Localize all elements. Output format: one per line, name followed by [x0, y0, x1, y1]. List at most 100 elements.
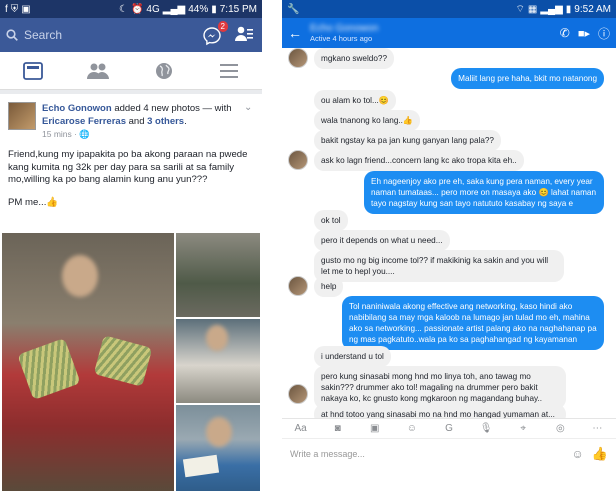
signal-icon: ▂▄▆	[540, 3, 563, 15]
location-icon[interactable]: ⌖	[517, 423, 529, 435]
composer-toolbar: Aa ◙ ▣ ☺ G 🎙 ⌖ ◎ ⋯	[282, 418, 616, 438]
message-bubble[interactable]: ou alam ko tol...😊	[314, 90, 396, 111]
back-arrow-icon[interactable]: ←	[288, 25, 302, 41]
contact-avatar[interactable]	[288, 150, 308, 170]
friends-icon	[87, 63, 110, 79]
gif-icon[interactable]: G	[443, 423, 455, 435]
search-bar[interactable]: Search	[6, 23, 196, 47]
tab-friends[interactable]	[84, 57, 112, 85]
post-and: and	[128, 116, 145, 127]
post-pm-text: PM me...	[8, 196, 47, 208]
contact-avatar[interactable]	[288, 276, 308, 296]
contact-info[interactable]: Echo Gonowon Active 4 hours ago	[310, 23, 378, 43]
tagged-person[interactable]: Ericarose Ferreras	[42, 116, 126, 127]
clock: 9:52 AM	[574, 3, 611, 15]
tab-menu[interactable]	[215, 57, 243, 85]
photo-grid	[2, 233, 260, 491]
facebook-notification-icon: f	[5, 3, 8, 15]
message-bubble[interactable]: i understand u tol	[314, 346, 391, 367]
message-input[interactable]: Write a message...	[290, 449, 564, 459]
message-bubble[interactable]: wala tnanong ko lang..👍	[314, 110, 421, 131]
games-icon[interactable]: ◎	[554, 423, 566, 435]
microphone-icon[interactable]: 🎙	[480, 423, 493, 435]
check-paper	[182, 454, 220, 478]
post-with: — with	[202, 103, 232, 114]
photo-main[interactable]	[2, 233, 174, 491]
blurred-face	[206, 325, 228, 351]
search-icon	[6, 29, 18, 41]
post-time[interactable]: 15 mins	[42, 129, 72, 139]
conversation-header: ← Echo Gonowon Active 4 hours ago ✆ ■▸ ⓘ	[282, 18, 616, 48]
tagged-others[interactable]: 3 others	[147, 116, 184, 127]
message-bubble[interactable]: Tol naniniwala akong effective ang netwo…	[342, 296, 604, 350]
thumbs-up-icon: 👍	[46, 196, 59, 208]
battery-icon: ▮	[211, 3, 217, 15]
network-type: 4G	[146, 3, 160, 15]
message-bubble[interactable]: gusto mo ng big income tol?? if makikini…	[314, 250, 564, 282]
message-bubble[interactable]: pero it depends on what u need...	[314, 230, 450, 251]
search-input[interactable]: Search	[24, 28, 62, 42]
money-fan-left	[17, 337, 81, 401]
author-name[interactable]: Echo Gonowon	[42, 103, 112, 114]
public-globe-icon: 🌐	[79, 129, 90, 139]
message-bubble[interactable]: Eh nageenjoy ako pre eh, saka kung pera …	[364, 171, 604, 214]
post-header-text: Echo Gonowon added 4 new photos — with E…	[42, 102, 238, 141]
message-bubble[interactable]: Maliit lang pre haha, bkit mo natanong	[451, 68, 604, 89]
author-avatar[interactable]	[8, 102, 36, 130]
camera-icon[interactable]: ◙	[332, 423, 344, 435]
contact-avatar[interactable]	[288, 384, 308, 404]
emoji-icon[interactable]: ☺	[572, 447, 584, 461]
emoji-icon[interactable]: ☺	[406, 423, 418, 435]
message-bubble[interactable]: help	[314, 276, 344, 297]
phone-icon[interactable]: ✆	[560, 26, 570, 40]
messenger-button[interactable]: 2	[202, 21, 228, 46]
contact-avatar[interactable]	[288, 48, 308, 68]
post-action: added 4 new photos	[114, 103, 200, 114]
friend-requests-icon	[235, 26, 253, 41]
hamburger-icon	[220, 63, 239, 78]
message-bubble[interactable]: bakit ngstay ka pa jan kung ganyan lang …	[314, 130, 501, 151]
message-bubble[interactable]: ask ko lagn friend...concern lang kc ako…	[314, 150, 524, 171]
message-bubble[interactable]: pero kung sinasabi mong hnd mo linya toh…	[314, 366, 566, 409]
clock: 7:15 PM	[219, 3, 257, 15]
nav-tabs	[0, 52, 262, 90]
message-list: mgkano sweldo?? Maliit lang pre haha, bk…	[282, 48, 616, 418]
messenger-badge: 2	[217, 21, 228, 32]
globe-icon	[155, 62, 172, 79]
active-status: Active 4 hours ago	[310, 34, 373, 43]
message-bubble[interactable]: mgkano sweldo??	[314, 48, 394, 69]
text-format-icon[interactable]: Aa	[294, 423, 306, 435]
moon-icon: ☾	[118, 3, 128, 15]
post-header: Echo Gonowon added 4 new photos — with E…	[0, 94, 262, 145]
gallery-icon[interactable]: ▣	[369, 423, 381, 435]
sim-icon: ▦	[527, 3, 538, 15]
shield-icon: ⛨	[10, 3, 19, 15]
post-meta: 15 mins · 🌐	[42, 129, 90, 139]
blurred-face	[62, 255, 98, 297]
video-call-icon[interactable]: ■▸	[578, 27, 590, 40]
message-bubble[interactable]: ok tol	[314, 210, 348, 231]
photo-check[interactable]	[176, 405, 260, 491]
post-pm-line: PM me...👍	[0, 191, 262, 214]
image-icon: ▣	[21, 3, 31, 15]
tab-notifications[interactable]	[150, 57, 178, 85]
battery-icon: ▮	[565, 3, 572, 15]
alarm-icon: ⏰	[130, 3, 144, 15]
facebook-top-bar: Search 2	[0, 18, 262, 52]
message-bubble[interactable]: at hnd totoo yang sinasabi mo na hnd mo …	[314, 404, 566, 418]
news-feed-icon	[22, 61, 43, 80]
status-bar: 🔧 ⌔ ▦ ▂▄▆ ▮ 9:52 AM	[282, 0, 616, 18]
composer: Write a message... ☺ 👍	[282, 438, 616, 468]
friend-requests-button[interactable]	[234, 24, 256, 46]
photo-person[interactable]	[176, 319, 260, 403]
battery-percent: 44%	[188, 3, 209, 15]
more-icon[interactable]: ⋯	[591, 423, 603, 435]
info-icon[interactable]: ⓘ	[598, 25, 610, 42]
like-button-icon[interactable]: 👍	[592, 446, 608, 462]
tab-news-feed[interactable]	[19, 57, 47, 85]
photo-crowd[interactable]	[176, 233, 260, 317]
messenger-screen: 🔧 ⌔ ▦ ▂▄▆ ▮ 9:52 AM ← Echo Gonowon Activ…	[282, 0, 616, 498]
post-options-icon[interactable]: ⌄	[244, 102, 254, 141]
facebook-screen: f ⛨ ▣ ☾ ⏰ 4G ▂▄▆ 44% ▮ 7:15 PM Search 2	[0, 0, 262, 498]
wrench-icon: 🔧	[287, 3, 300, 15]
